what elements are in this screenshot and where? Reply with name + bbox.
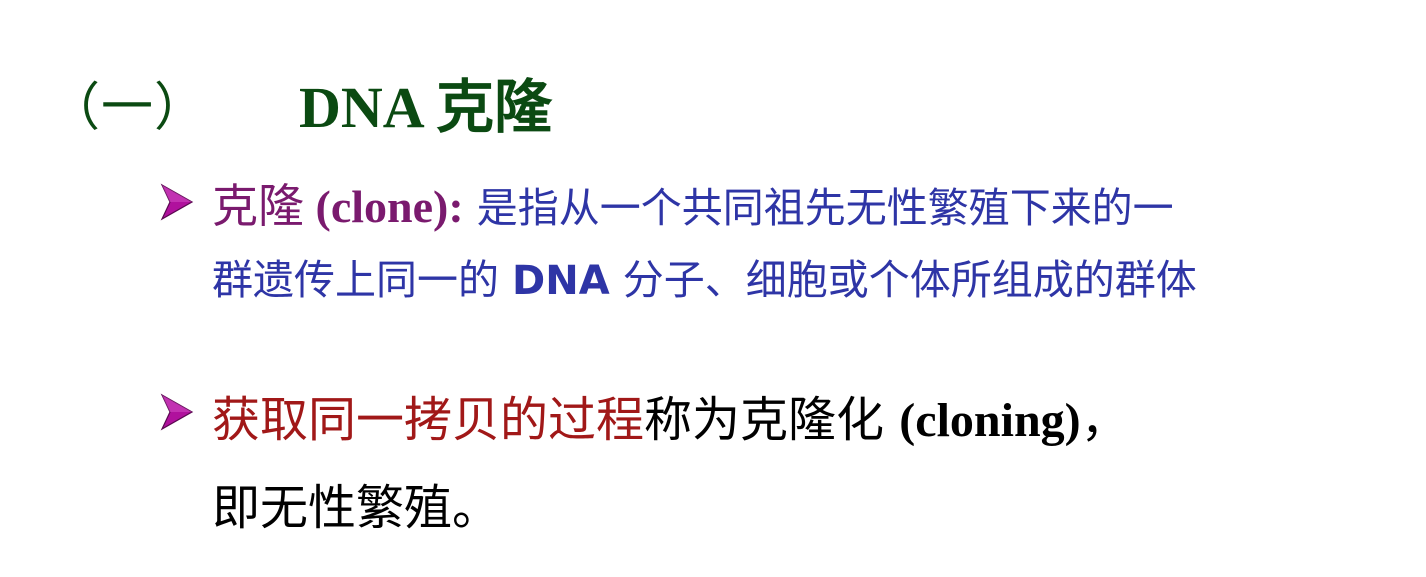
cloning-text: 称为克隆化 bbox=[644, 392, 900, 448]
term-english: (clone): bbox=[304, 181, 464, 232]
arrow-bullet-icon bbox=[160, 392, 194, 432]
cloning-line-2: 即无性繁殖。 bbox=[212, 468, 500, 548]
section-heading: （一） DNA 克隆 bbox=[48, 62, 552, 142]
highlight-text: 获取同一拷贝的过程 bbox=[212, 392, 645, 448]
cloning-comma: ， bbox=[1080, 392, 1129, 448]
definition-line-2: 群遗传上同一的 DNA 分子、细胞或个体所组成的群体 bbox=[212, 244, 1197, 316]
definition-text-3: 分子、细胞或个体所组成的群体 bbox=[609, 256, 1197, 304]
slide: （一） DNA 克隆 克隆 (clone): 是指从一个共同祖先无性繁殖下来的一… bbox=[0, 0, 1426, 577]
section-title: DNA 克隆 bbox=[299, 75, 552, 140]
definition-dna: DNA bbox=[512, 258, 610, 304]
term-label: 克隆 bbox=[212, 179, 304, 233]
cloning-line-1: 获取同一拷贝的过程称为克隆化 (cloning)， bbox=[212, 380, 1129, 460]
definition-text-2: 群遗传上同一的 bbox=[212, 256, 513, 304]
arrow-bullet-icon bbox=[160, 182, 194, 222]
definition-line-1: 克隆 (clone): 是指从一个共同祖先无性繁殖下来的一 bbox=[212, 170, 1174, 242]
cloning-english: (cloning) bbox=[899, 394, 1081, 447]
section-number: （一） bbox=[48, 77, 208, 138]
cloning-text-2: 即无性繁殖。 bbox=[212, 480, 501, 536]
definition-text-1: 是指从一个共同祖先无性繁殖下来的一 bbox=[463, 184, 1174, 232]
